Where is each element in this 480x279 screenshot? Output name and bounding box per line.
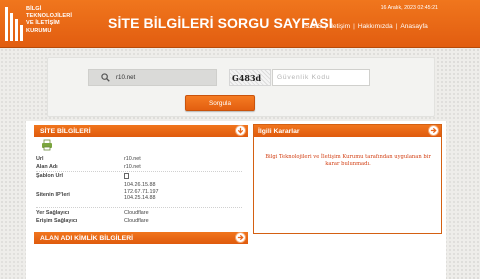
captcha-image: G483d bbox=[229, 69, 271, 86]
info-key: Url bbox=[36, 156, 44, 162]
ip-address: 172.67.71.197 bbox=[124, 188, 159, 195]
domain-search-input[interactable]: r10.net bbox=[88, 69, 217, 86]
info-value: 104.26.15.88 172.67.71.197 104.25.14.88 bbox=[124, 182, 158, 202]
site-info-title: SİTE BİLGİLERİ bbox=[40, 127, 91, 135]
logo[interactable]: BİLGİ TEKNOLOJİLERİ VE İLETİŞİM KURUMU bbox=[4, 3, 98, 45]
nav-separator: | bbox=[353, 22, 355, 30]
search-icon bbox=[97, 70, 113, 85]
chevron-down-icon[interactable] bbox=[235, 125, 246, 136]
btk-logo-icon bbox=[5, 7, 23, 41]
nav-link-contact[interactable]: İletişim bbox=[330, 23, 351, 30]
printer-icon[interactable] bbox=[41, 139, 53, 151]
logo-text: BİLGİ TEKNOLOJİLERİ VE İLETİŞİM KURUMU bbox=[26, 6, 72, 35]
domain-identity-header[interactable]: ALAN ADI KİMLİK BİLGİLERİ bbox=[34, 232, 248, 244]
query-panel: r10.net G483d Güvenlik Kodu Sorgula bbox=[47, 57, 435, 117]
info-value: Cloudflare bbox=[124, 210, 149, 216]
current-datetime: 16 Aralık, 2023 02:45:21 bbox=[380, 5, 438, 11]
ip-address: 104.25.14.88 bbox=[124, 195, 156, 202]
nav-link-home[interactable]: Anasayfa bbox=[400, 23, 428, 30]
divider bbox=[36, 207, 242, 208]
info-value: Cloudflare bbox=[124, 218, 149, 224]
ip-address: 104.26.15.88 bbox=[124, 182, 156, 188]
no-decision-message: Bilgi Teknolojileri ve İletişim Kurumu t… bbox=[265, 154, 431, 167]
top-nav: S.S.S | İletişim | Hakkımızda | Anasayfa bbox=[305, 20, 428, 32]
results-content: SİTE BİLGİLERİ Url r10.net Alan Adı r10.… bbox=[26, 121, 446, 279]
info-value: r10.net bbox=[124, 156, 141, 162]
logo-line: VE İLETİŞİM bbox=[26, 20, 60, 27]
document-icon[interactable] bbox=[124, 173, 129, 179]
search-value: r10.net bbox=[116, 74, 136, 81]
info-key: Yer Sağlayıcı bbox=[36, 210, 70, 216]
info-key: Alan Adı bbox=[36, 164, 58, 170]
nav-link-about[interactable]: Hakkımızda bbox=[358, 23, 393, 30]
info-key: Erişim Sağlayıcı bbox=[36, 218, 78, 224]
site-info-header[interactable]: SİTE BİLGİLERİ bbox=[34, 125, 248, 137]
logo-line: KURUMU bbox=[26, 27, 52, 34]
domain-identity-title: ALAN ADI KİMLİK BİLGİLERİ bbox=[40, 234, 134, 242]
info-key: Sitenin IP'leri bbox=[36, 192, 70, 198]
nav-separator: | bbox=[395, 22, 398, 30]
divider bbox=[36, 171, 242, 172]
query-button[interactable]: Sorgula bbox=[185, 95, 255, 111]
related-decisions-panel: İlgili Kararlar Bilgi Teknolojileri ve İ… bbox=[253, 124, 442, 234]
info-key: Şablon Url bbox=[36, 173, 63, 179]
info-value bbox=[124, 173, 129, 182]
info-value: r10.net bbox=[124, 164, 141, 170]
page-title: SİTE BİLGİLERİ SORGU SAYFASI bbox=[108, 15, 333, 31]
security-code-input[interactable]: Güvenlik Kodu bbox=[272, 69, 370, 86]
header: BİLGİ TEKNOLOJİLERİ VE İLETİŞİM KURUMU S… bbox=[0, 0, 480, 48]
chevron-right-icon[interactable] bbox=[235, 232, 246, 243]
related-decisions-header[interactable]: İlgili Kararlar bbox=[254, 125, 441, 137]
nav-link-faq[interactable]: S.S.S bbox=[305, 23, 322, 30]
related-decisions-title: İlgili Kararlar bbox=[258, 127, 300, 135]
nav-separator: | bbox=[324, 22, 327, 30]
chevron-right-icon[interactable] bbox=[428, 125, 439, 136]
